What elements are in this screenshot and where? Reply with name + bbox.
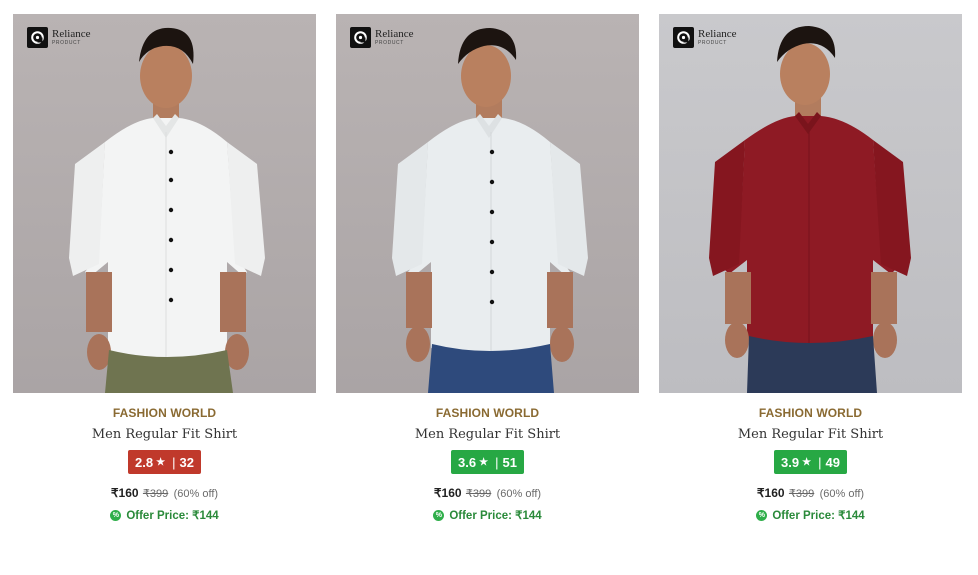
discount-label: (60% off) [496, 488, 542, 500]
model-photo [709, 26, 911, 393]
product-card[interactable]: Reliance PRODUCT FASHION WORLD Men Regul… [659, 14, 962, 522]
rating-badge: 2.8 ★ | 32 [128, 450, 201, 474]
selling-price: ₹160 [433, 486, 462, 500]
discount-label: (60% off) [173, 488, 219, 500]
product-image[interactable]: Reliance PRODUCT [13, 14, 316, 393]
selling-price: ₹160 [756, 486, 785, 500]
product-title[interactable]: Men Regular Fit Shirt [13, 427, 316, 442]
star-icon: ★ [156, 456, 166, 468]
offer-percent-icon: % [433, 509, 445, 521]
rating-badge: 3.6 ★ | 51 [451, 450, 524, 474]
offer-price: Offer Price: ₹144 [449, 510, 542, 522]
model-photo [392, 28, 588, 393]
offer-percent-icon: % [110, 509, 122, 521]
model-photo [69, 27, 265, 393]
star-icon: ★ [802, 456, 812, 468]
product-image[interactable]: Reliance PRODUCT [659, 14, 962, 393]
rating-value: 2.8 [135, 454, 154, 470]
product-image[interactable]: Reliance PRODUCT [336, 14, 639, 393]
rating-value: 3.9 [781, 454, 800, 470]
mrp-price: ₹399 [788, 488, 815, 500]
offer-price: Offer Price: ₹144 [772, 510, 865, 522]
rating-badge: 3.9 ★ | 49 [774, 450, 847, 474]
rating-count: 49 [825, 454, 840, 470]
brand-name: FASHION WORLD [758, 406, 863, 420]
star-icon: ★ [479, 456, 489, 468]
selling-price: ₹160 [110, 486, 139, 500]
product-title[interactable]: Men Regular Fit Shirt [336, 427, 639, 442]
rating-value: 3.6 [458, 454, 477, 470]
product-card[interactable]: Reliance PRODUCT FASHION WORLD Men Regul… [13, 14, 316, 522]
rating-count: 51 [502, 454, 517, 470]
discount-label: (60% off) [819, 488, 865, 500]
offer-price: Offer Price: ₹144 [126, 510, 219, 522]
mrp-price: ₹399 [465, 488, 492, 500]
mrp-price: ₹399 [142, 488, 169, 500]
product-title[interactable]: Men Regular Fit Shirt [659, 427, 962, 442]
product-card[interactable]: Reliance PRODUCT FASHION WORLD Men Regul… [336, 14, 639, 522]
rating-count: 32 [179, 454, 194, 470]
brand-name: FASHION WORLD [112, 406, 217, 420]
brand-name: FASHION WORLD [435, 406, 540, 420]
offer-percent-icon: % [756, 509, 768, 521]
